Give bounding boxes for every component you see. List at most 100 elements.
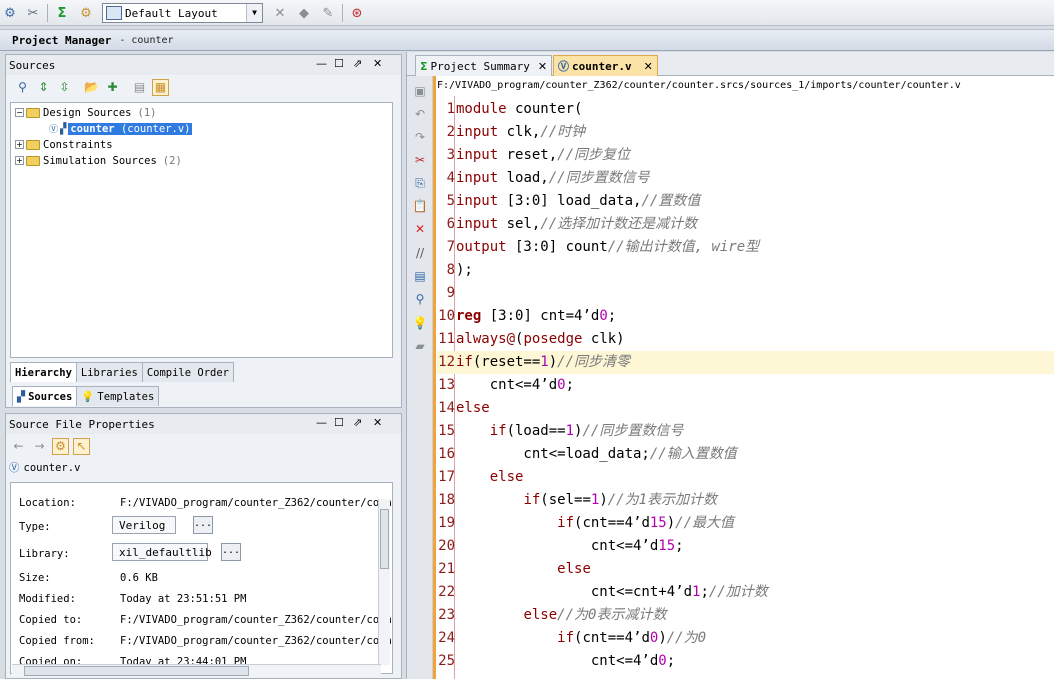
line-number: 21	[438, 561, 455, 577]
tab-templates[interactable]: 💡 Templates	[76, 386, 160, 406]
prop-label: Modified:	[19, 593, 76, 605]
document-icon[interactable]: ▤	[131, 79, 148, 96]
tab-project-summary[interactable]: Σ Project Summary ✕	[415, 55, 553, 76]
close-icon[interactable]: ✕	[538, 60, 547, 73]
tab-compile-order[interactable]: Compile Order	[141, 362, 234, 382]
code-line[interactable]: 25 cnt<=4’d0;	[437, 650, 1054, 673]
ip-catalog-icon[interactable]: ⊛	[347, 3, 367, 23]
maximize-icon[interactable]: ☐	[334, 416, 344, 429]
tools-icon[interactable]: ✂	[23, 3, 43, 23]
properties-horizontal-scrollbar[interactable]	[12, 664, 381, 677]
code-line[interactable]: 1module counter(	[437, 98, 1054, 121]
tab-templates-label: Templates	[97, 390, 155, 403]
minimize-icon[interactable]: —	[316, 416, 327, 429]
line-number: 11	[438, 331, 455, 347]
library-field[interactable]: xil_defaultlib	[112, 543, 212, 561]
code-line[interactable]: 9	[437, 282, 1054, 305]
lightbulb-icon[interactable]: 💡	[411, 314, 429, 332]
save-icon[interactable]: ▣	[411, 82, 429, 100]
redo-icon[interactable]: ↷	[411, 128, 429, 146]
properties-icon[interactable]: ▦	[152, 78, 169, 96]
code-line[interactable]: 3input reset,//同步复位	[437, 144, 1054, 167]
code-line[interactable]: 5input [3:0] load_data,//置数值	[437, 190, 1054, 213]
layout-select[interactable]: Default Layout ▼	[102, 3, 263, 23]
minimize-icon[interactable]: —	[316, 57, 327, 70]
tab-hierarchy[interactable]: Hierarchy	[10, 362, 77, 382]
selected-source-file[interactable]: counter (counter.v)	[68, 122, 193, 135]
collapse-all-icon[interactable]: ⇕	[35, 79, 52, 96]
project-settings-icon[interactable]: ⚙	[76, 3, 96, 23]
prop-value: F:/VIVADO_program/counter_Z362/counter/c…	[120, 635, 393, 647]
close-icon[interactable]: ✕	[373, 57, 382, 70]
code-line[interactable]: 10reg [3:0] cnt=4’d0;	[437, 305, 1054, 328]
scrollbar-thumb[interactable]	[24, 666, 249, 676]
code-line[interactable]: 17 else	[437, 466, 1054, 489]
code-line[interactable]: 16 cnt<=load_data;//输入置数值	[437, 443, 1054, 466]
code-line[interactable]: 21 else	[437, 558, 1054, 581]
tree-item-design-sources[interactable]: − Design Sources (1)	[15, 105, 156, 120]
sigma-report-icon[interactable]: Σ	[52, 3, 72, 23]
code-line[interactable]: 6input sel,//选择加计数还是减计数	[437, 213, 1054, 236]
debug-probe-icon[interactable]: ✎	[318, 3, 338, 23]
select-pointer-icon[interactable]: ↖	[73, 437, 90, 455]
code-line[interactable]: 20 cnt<=4’d15;	[437, 535, 1054, 558]
code-line[interactable]: 22 cnt<=cnt+4’d1;//加计数	[437, 581, 1054, 604]
block-comment-icon[interactable]: ▤	[411, 267, 429, 285]
delete-icon[interactable]: ✕	[411, 220, 429, 238]
code-line[interactable]: 12if(reset==1)//同步清零	[437, 351, 1054, 374]
code-token: //同步复位	[557, 147, 631, 163]
type-field[interactable]: Verilog	[112, 516, 176, 534]
expand-icon[interactable]: +	[15, 156, 24, 165]
code-line[interactable]: 15 if(load==1)//同步置数信号	[437, 420, 1054, 443]
diamond-icon[interactable]: ◆	[294, 3, 314, 23]
tree-item-counter[interactable]: Ⓥ ▞ counter (counter.v)	[49, 121, 193, 136]
comment-toggle-icon[interactable]: //	[411, 244, 429, 262]
close-icon[interactable]: ✕	[644, 60, 653, 73]
copy-icon[interactable]: ⎘	[411, 174, 429, 192]
code-line[interactable]: 2input clk,//时钟	[437, 121, 1054, 144]
float-window-icon[interactable]: ⇗	[353, 57, 362, 70]
settings-gear-icon[interactable]: ⚙	[0, 3, 20, 23]
properties-vertical-scrollbar[interactable]	[378, 499, 390, 665]
cut-icon[interactable]: ✂	[411, 151, 429, 169]
type-browse-button[interactable]: ...	[193, 516, 213, 534]
undo-icon[interactable]: ↶	[411, 105, 429, 123]
tab-counter-v[interactable]: Ⓥ counter.v ✕	[553, 55, 658, 76]
find-icon[interactable]: ⚲	[411, 290, 429, 308]
code-line[interactable]: 4input load,//同步置数信号	[437, 167, 1054, 190]
code-line[interactable]: 13 cnt<=4’d0;	[437, 374, 1054, 397]
forward-arrow-icon[interactable]: →	[31, 438, 48, 455]
library-browse-button[interactable]: ...	[221, 543, 241, 561]
back-arrow-icon[interactable]: ←	[10, 438, 27, 455]
search-icon[interactable]: ⚲	[14, 79, 31, 96]
tab-libraries[interactable]: Libraries	[75, 362, 143, 382]
pin-icon[interactable]: ✕	[270, 3, 290, 23]
expand-icon[interactable]: +	[15, 140, 24, 149]
code-line[interactable]: 18 if(sel==1)//为1表示加计数	[437, 489, 1054, 512]
code-line[interactable]: 14else	[437, 397, 1054, 420]
tree-item-constraints[interactable]: + Constraints	[15, 137, 113, 152]
add-sources-icon[interactable]: ✚	[104, 79, 121, 96]
code-line[interactable]: 7output [3:0] count//输出计数值, wire型	[437, 236, 1054, 259]
code-line[interactable]: 8);	[437, 259, 1054, 282]
tree-item-simulation-sources[interactable]: + Simulation Sources (2)	[15, 153, 182, 168]
expand-all-icon[interactable]: ⇳	[56, 79, 73, 96]
auto-update-icon[interactable]: ⚙	[52, 437, 69, 455]
scrollbar-thumb[interactable]	[380, 509, 389, 569]
maximize-icon[interactable]: ☐	[334, 57, 344, 70]
close-icon[interactable]: ✕	[373, 416, 382, 429]
code-line[interactable]: 11always@(posedge clk)	[437, 328, 1054, 351]
bookmark-icon[interactable]: ▰	[411, 337, 429, 355]
code-token: clk,	[498, 124, 541, 140]
code-line[interactable]: 19 if(cnt==4’d15)//最大值	[437, 512, 1054, 535]
sigma-icon: Σ	[420, 59, 428, 73]
code-line[interactable]: 24 if(cnt==4’d0)//为0	[437, 627, 1054, 650]
collapse-icon[interactable]: −	[15, 108, 24, 117]
tab-sources[interactable]: ▞ Sources	[12, 386, 78, 406]
paste-icon[interactable]: 📋	[411, 197, 429, 215]
float-window-icon[interactable]: ⇗	[353, 416, 362, 429]
chevron-down-icon[interactable]: ▼	[246, 4, 262, 22]
code-line[interactable]: 23 else//为0表示减计数	[437, 604, 1054, 627]
tree-item-label: Constraints	[43, 138, 113, 151]
open-folder-icon[interactable]: 📂	[83, 79, 100, 96]
